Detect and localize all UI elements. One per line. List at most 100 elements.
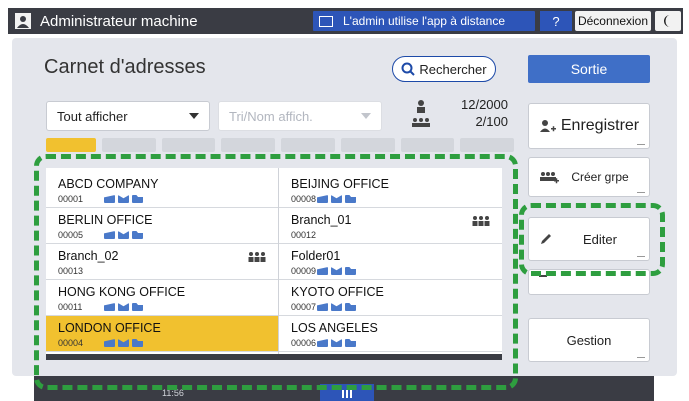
manage-button[interactable]: Gestion <box>528 318 650 362</box>
entry-name: ABCD COMPANY <box>58 177 159 191</box>
fax-icon <box>317 339 328 347</box>
user-title: Administrateur machine <box>40 12 198 30</box>
email-icon <box>118 231 129 239</box>
list-item[interactable]: BERLIN OFFICE 00005 <box>46 208 278 244</box>
fax-icon <box>104 303 115 311</box>
list-item[interactable]: BEIJING OFFICE 00008 <box>279 172 502 208</box>
entry-number: 00011 <box>58 302 83 312</box>
moon-icon <box>664 15 670 27</box>
folder-icon <box>132 303 143 311</box>
search-button[interactable]: Rechercher <box>392 56 496 82</box>
register-button[interactable]: Enregistrer <box>528 103 650 149</box>
list-item[interactable]: ABCD COMPANY 00001 <box>46 172 278 208</box>
entry-name: Folder01 <box>291 249 341 263</box>
index-tab[interactable] <box>102 138 156 152</box>
page-title: Carnet d'adresses <box>44 56 206 78</box>
home-button[interactable] <box>320 384 374 401</box>
home-icon <box>342 389 352 398</box>
help-button[interactable]: ? <box>540 11 572 31</box>
user-icon <box>12 10 34 32</box>
fax-icon <box>104 339 115 347</box>
entry-number: 00007 <box>291 302 317 312</box>
entry-number: 00005 <box>58 230 84 240</box>
list-bottom-bar <box>46 354 502 360</box>
email-icon <box>331 339 342 347</box>
entry-name: LONDON OFFICE <box>58 321 161 335</box>
remote-screen-icon <box>319 15 333 27</box>
email-icon <box>331 195 342 203</box>
corner-mark <box>637 356 645 358</box>
entry-number: 00001 <box>58 194 84 204</box>
email-icon <box>331 303 342 311</box>
night-mode-button[interactable] <box>655 11 681 31</box>
folder-icon <box>345 195 356 203</box>
entry-count-icons <box>412 100 430 127</box>
group-count: 2/100 <box>475 114 508 129</box>
register-label: Enregistrer <box>560 117 640 134</box>
folder-icon <box>132 339 143 347</box>
delete-button[interactable] <box>528 269 650 295</box>
index-tab[interactable] <box>221 138 276 152</box>
corner-mark <box>637 143 645 145</box>
exit-button[interactable]: Sortie <box>528 55 650 83</box>
corner-mark <box>637 255 645 257</box>
email-icon <box>118 303 129 311</box>
remote-admin-badge: L'admin utilise l'app à distance <box>313 11 535 31</box>
index-tab[interactable] <box>460 138 515 152</box>
remote-admin-text: L'admin utilise l'app à distance <box>343 14 506 28</box>
index-tab[interactable] <box>161 138 216 152</box>
edit-button[interactable]: Editer <box>528 217 650 261</box>
logout-label: Déconnexion <box>577 14 649 28</box>
list-item[interactable]: LONDON OFFICE 00004 <box>46 316 278 352</box>
destination-type-icons <box>104 339 143 347</box>
index-tab[interactable] <box>340 138 395 152</box>
entry-name: LOS ANGELES <box>291 321 378 335</box>
group-icon <box>472 216 490 226</box>
display-filter-value: Tout afficher <box>57 108 128 124</box>
entry-name: HONG KONG OFFICE <box>58 285 186 299</box>
entry-number: 00004 <box>58 338 84 348</box>
index-tab[interactable] <box>281 138 335 152</box>
list-item[interactable]: LOS ANGELES 00006 <box>279 316 502 352</box>
fax-icon <box>317 267 328 275</box>
sort-select: Tri/Nom affich. <box>218 101 382 131</box>
entry-number: 00013 <box>58 266 84 276</box>
entry-number: 00008 <box>291 194 317 204</box>
destination-type-icons <box>317 303 356 311</box>
entry-number: 00009 <box>291 266 317 276</box>
entry-name: Branch_01 <box>291 213 352 227</box>
fax-icon <box>317 195 328 203</box>
list-item[interactable]: Branch_01 00012 <box>279 208 502 244</box>
folder-icon <box>345 303 356 311</box>
entry-number: 00012 <box>291 230 317 240</box>
entry-name: BERLIN OFFICE <box>58 213 153 227</box>
list-item[interactable]: Folder01 00009 <box>279 244 502 280</box>
email-icon <box>118 339 129 347</box>
edit-label: Editer <box>583 231 617 247</box>
index-tab[interactable] <box>400 138 455 152</box>
folder-icon <box>345 267 356 275</box>
fax-icon <box>104 231 115 239</box>
clock: 11:56 <box>162 388 184 398</box>
exit-label: Sortie <box>570 61 608 77</box>
entry-name: BEIJING OFFICE <box>291 177 389 191</box>
index-tab[interactable] <box>46 138 96 152</box>
fax-icon <box>104 195 115 203</box>
logout-button[interactable]: Déconnexion <box>575 11 651 31</box>
corner-mark <box>637 191 645 193</box>
destination-type-icons <box>104 195 143 203</box>
destination-type-icons <box>317 195 356 203</box>
create-group-button[interactable]: Créer grpe <box>528 157 650 197</box>
list-item[interactable]: KYOTO OFFICE 00007 <box>279 280 502 316</box>
help-label: ? <box>552 13 560 29</box>
list-item[interactable]: HONG KONG OFFICE 00011 <box>46 280 278 316</box>
destination-type-icons <box>317 267 356 275</box>
email-icon <box>118 195 129 203</box>
search-icon <box>401 62 416 76</box>
display-filter-select[interactable]: Tout afficher <box>46 101 210 131</box>
entry-number: 00006 <box>291 338 317 348</box>
list-item[interactable]: Branch_02 00013 <box>46 244 278 280</box>
search-label: Rechercher <box>419 61 487 77</box>
create-group-label: Créer grpe <box>571 170 629 184</box>
manage-label: Gestion <box>566 332 612 348</box>
